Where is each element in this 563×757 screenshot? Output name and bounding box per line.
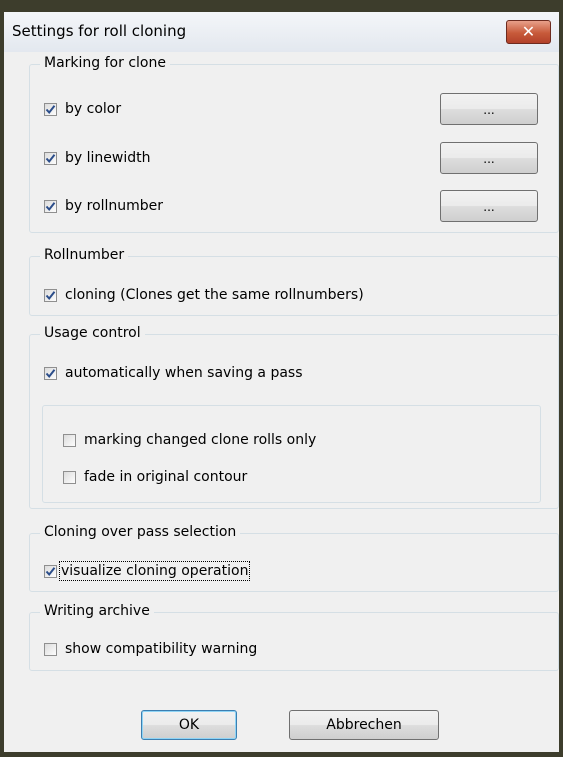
fade-contour-checkbox[interactable]: [63, 470, 76, 484]
usage-suboptions-box: marking changed clone rolls only fade in…: [42, 405, 541, 503]
auto-save-row: automatically when saving a pass: [44, 365, 303, 381]
usage-control-group: Usage control automatically when saving …: [29, 325, 559, 509]
archive-group-label: Writing archive: [40, 603, 154, 619]
pass-selection-group-label: Cloning over pass selection: [40, 524, 241, 540]
visualize-checkbox[interactable]: [44, 564, 57, 578]
by-color-checkbox[interactable]: [44, 102, 57, 116]
compat-warning-checkbox[interactable]: [44, 642, 57, 656]
rollnumber-cloning-checkbox[interactable]: [44, 288, 57, 302]
by-linewidth-row: by linewidth: [44, 150, 150, 166]
fade-contour-label: fade in original contour: [84, 469, 248, 485]
dialog-client-area: Marking for clone by color ... by linewi…: [4, 52, 559, 752]
by-rollnumber-label: by rollnumber: [65, 198, 164, 214]
close-icon: ✕: [521, 22, 536, 41]
by-linewidth-label: by linewidth: [65, 150, 151, 166]
ok-button[interactable]: OK: [141, 710, 237, 740]
by-linewidth-button-label: ...: [483, 152, 495, 166]
by-linewidth-checkbox[interactable]: [44, 151, 57, 165]
cancel-button[interactable]: Abbrechen: [289, 710, 439, 740]
by-color-label: by color: [65, 101, 122, 117]
changed-only-row: marking changed clone rolls only: [63, 432, 316, 448]
by-rollnumber-button-label: ...: [483, 200, 495, 214]
archive-group: Writing archive show compatibility warni…: [29, 603, 559, 671]
auto-save-label: automatically when saving a pass: [65, 365, 303, 381]
compat-warning-label: show compatibility warning: [65, 641, 258, 657]
window-frame: Settings for roll cloning ✕ Marking for …: [0, 0, 563, 757]
cancel-button-label: Abbrechen: [326, 717, 402, 733]
usage-control-group-label: Usage control: [40, 325, 145, 341]
rollnumber-group-label: Rollnumber: [40, 247, 129, 263]
ok-button-label: OK: [178, 717, 200, 733]
auto-save-checkbox[interactable]: [44, 366, 57, 380]
by-rollnumber-settings-button[interactable]: ...: [440, 190, 538, 222]
close-button[interactable]: ✕: [506, 20, 551, 44]
changed-only-checkbox[interactable]: [63, 433, 76, 447]
by-color-settings-button[interactable]: ...: [440, 93, 538, 125]
changed-only-label: marking changed clone rolls only: [84, 432, 317, 448]
pass-selection-group: Cloning over pass selection visualize cl…: [29, 524, 559, 592]
title-bar[interactable]: Settings for roll cloning ✕: [4, 12, 559, 53]
compat-warning-row: show compatibility warning: [44, 641, 257, 657]
by-rollnumber-checkbox[interactable]: [44, 199, 57, 213]
by-color-button-label: ...: [483, 103, 495, 117]
by-linewidth-settings-button[interactable]: ...: [440, 142, 538, 174]
fade-contour-row: fade in original contour: [63, 469, 247, 485]
by-color-row: by color: [44, 101, 121, 117]
marking-group: Marking for clone by color ... by linewi…: [29, 55, 559, 233]
rollnumber-cloning-label: cloning (Clones get the same rollnumbers…: [65, 287, 364, 303]
rollnumber-cloning-row: cloning (Clones get the same rollnumbers…: [44, 287, 364, 303]
rollnumber-group: Rollnumber cloning (Clones get the same …: [29, 247, 559, 316]
visualize-row: visualize cloning operation: [44, 561, 251, 581]
by-rollnumber-row: by rollnumber: [44, 198, 163, 214]
window-title: Settings for roll cloning: [12, 22, 187, 40]
marking-group-label: Marking for clone: [40, 55, 170, 71]
visualize-label: visualize cloning operation: [58, 561, 251, 581]
